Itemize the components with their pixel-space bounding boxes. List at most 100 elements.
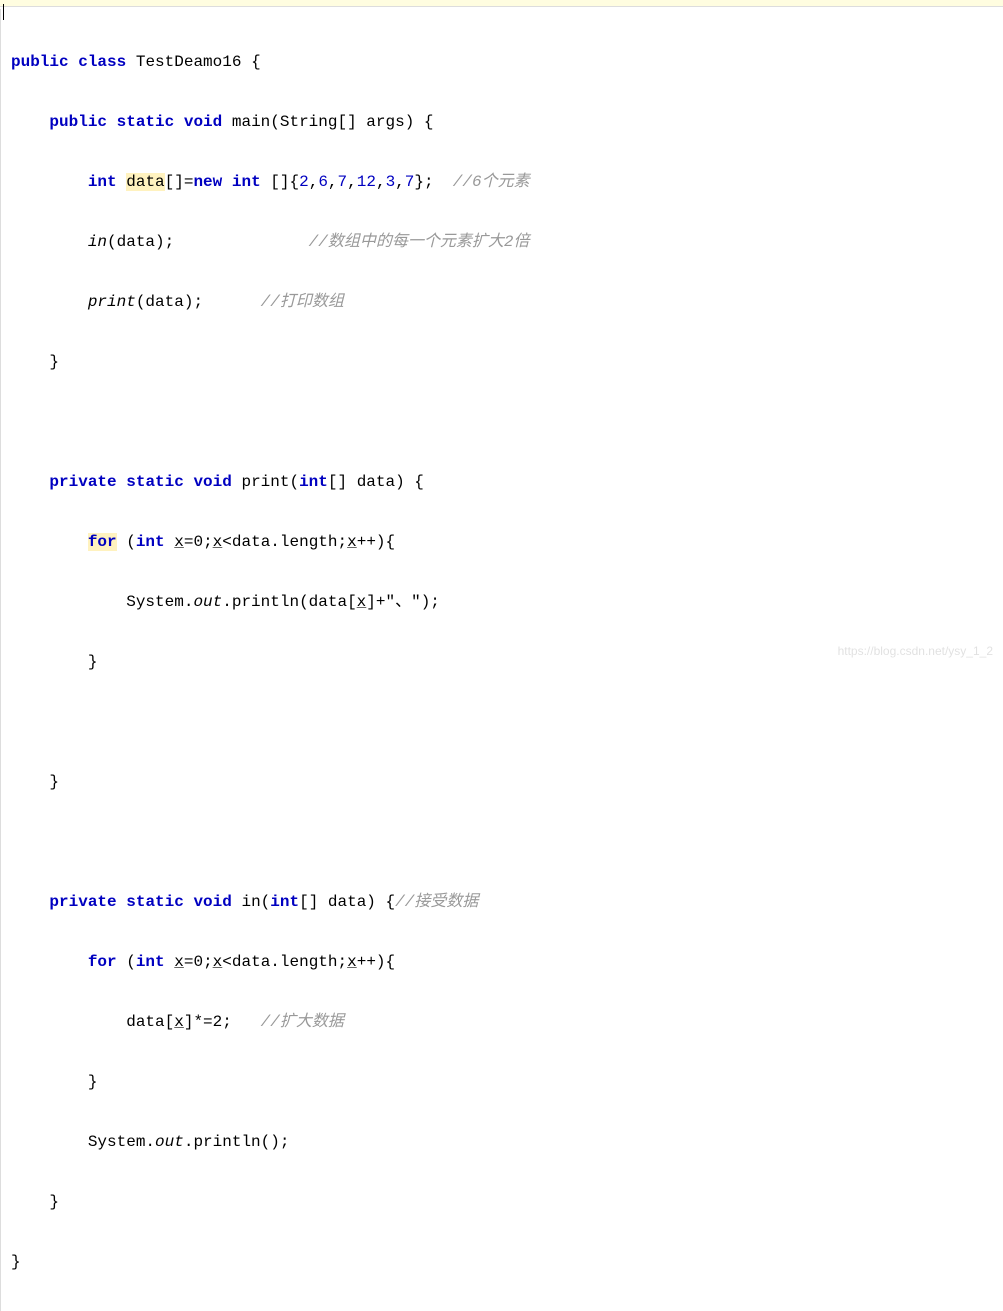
- comma: ,: [376, 173, 386, 191]
- code-line: public class TestDeamo16 {: [11, 47, 999, 77]
- code-text: (: [117, 953, 136, 971]
- comma: ,: [395, 173, 405, 191]
- space: [165, 953, 175, 971]
- code-text: (: [117, 533, 136, 551]
- brace-close: }: [49, 773, 59, 791]
- comma: ,: [309, 173, 319, 191]
- code-line: public static void main(String[] args) {: [11, 107, 999, 137]
- var-x: x: [174, 1013, 184, 1031]
- code-line: private static void in(int[] data) {//接受…: [11, 887, 999, 917]
- code-text: System.: [126, 593, 193, 611]
- code-line: }: [11, 347, 999, 377]
- code-text: };: [414, 173, 452, 191]
- comma: ,: [347, 173, 357, 191]
- keyword-private: private: [49, 893, 116, 911]
- code-line: data[x]*=2; //扩大数据: [11, 1007, 999, 1037]
- comment: //打印数组: [261, 293, 344, 311]
- number-literal: 7: [405, 173, 415, 191]
- code-line: }: [11, 1187, 999, 1217]
- keyword-new: new: [193, 173, 222, 191]
- code-text: =0;: [184, 533, 213, 551]
- var-x: x: [174, 533, 184, 551]
- number-literal: 3: [386, 173, 396, 191]
- keyword-int: int: [136, 953, 165, 971]
- highlighted-keyword-for: for: [88, 533, 117, 551]
- brace-close: }: [49, 1193, 59, 1211]
- brace-close: }: [88, 653, 98, 671]
- keyword-int: int: [270, 893, 299, 911]
- editor-top-border: [0, 0, 1003, 7]
- code-line: print(data); //打印数组: [11, 287, 999, 317]
- keyword-int: int: [232, 173, 261, 191]
- code-line: in(data); //数组中的每一个元素扩大2倍: [11, 227, 999, 257]
- code-line: }: [11, 1247, 999, 1277]
- code-text: [] data) {: [299, 893, 395, 911]
- code-text: []{: [261, 173, 299, 191]
- code-line: private static void print(int[] data) {: [11, 467, 999, 497]
- keyword-static: static: [117, 113, 175, 131]
- keyword-void: void: [193, 473, 231, 491]
- blank-line: [11, 707, 999, 737]
- code-text: <data.: [222, 533, 280, 551]
- number-literal: 6: [318, 173, 328, 191]
- method-name: print(: [241, 473, 299, 491]
- semicolon: ;: [338, 533, 348, 551]
- brace-close: }: [49, 353, 59, 371]
- keyword-void: void: [193, 893, 231, 911]
- code-text: .println(data[: [222, 593, 356, 611]
- keyword-public: public: [11, 53, 69, 71]
- var-x: x: [213, 533, 223, 551]
- comma: ,: [328, 173, 338, 191]
- comment: //数组中的每一个元素扩大2倍: [309, 233, 530, 251]
- comment: //扩大数据: [261, 1013, 344, 1031]
- watermark-text: https://blog.csdn.net/ysy_1_2: [838, 636, 993, 666]
- keyword-for: for: [88, 953, 117, 971]
- keyword-class: class: [78, 53, 126, 71]
- semicolon: ;: [338, 953, 348, 971]
- keyword-static: static: [126, 893, 184, 911]
- method-name: in(: [241, 893, 270, 911]
- keyword-int: int: [299, 473, 328, 491]
- method-signature: main(String[] args) {: [232, 113, 434, 131]
- method-call: in: [88, 233, 107, 251]
- code-text: .println();: [184, 1133, 290, 1151]
- var-x: x: [347, 533, 357, 551]
- code-line: System.out.println(data[x]+"、");: [11, 587, 999, 617]
- keyword-int: int: [88, 173, 117, 191]
- number-literal: 2: [299, 173, 309, 191]
- code-line: }: [11, 767, 999, 797]
- keyword-static: static: [126, 473, 184, 491]
- code-text: ]*=2;: [184, 1013, 261, 1031]
- code-text: ++){: [357, 533, 395, 551]
- keyword-public: public: [49, 113, 107, 131]
- code-text: =0;: [184, 953, 213, 971]
- brace-close: }: [11, 1253, 21, 1271]
- blank-line: [11, 827, 999, 857]
- code-line: System.out.println();: [11, 1127, 999, 1157]
- field-out: out: [193, 593, 222, 611]
- code-line: for (int x=0;x<data.length;x++){: [11, 947, 999, 977]
- field-length: length: [280, 533, 338, 551]
- code-line: int data[]=new int []{2,6,7,12,3,7}; //6…: [11, 167, 999, 197]
- var-x: x: [347, 953, 357, 971]
- space: [165, 533, 175, 551]
- code-line: for (int x=0;x<data.length;x++){: [11, 527, 999, 557]
- brace-close: }: [88, 1073, 98, 1091]
- code-text: [] data) {: [328, 473, 424, 491]
- field-length: length: [280, 953, 338, 971]
- number-literal: 7: [338, 173, 348, 191]
- code-line: }: [11, 1067, 999, 1097]
- keyword-int: int: [136, 533, 165, 551]
- text-cursor: [3, 4, 4, 20]
- number-literal: 12: [357, 173, 376, 191]
- highlighted-var: data: [126, 173, 164, 191]
- var-x: x: [357, 593, 367, 611]
- code-text: data[: [126, 1013, 174, 1031]
- blank-line: [11, 407, 999, 437]
- code-text: ]+"、");: [366, 593, 440, 611]
- comment: //6个元素: [453, 173, 530, 191]
- class-name: TestDeamo16 {: [136, 53, 261, 71]
- code-text: (data);: [136, 293, 203, 311]
- code-text: (data);: [107, 233, 174, 251]
- var-x: x: [174, 953, 184, 971]
